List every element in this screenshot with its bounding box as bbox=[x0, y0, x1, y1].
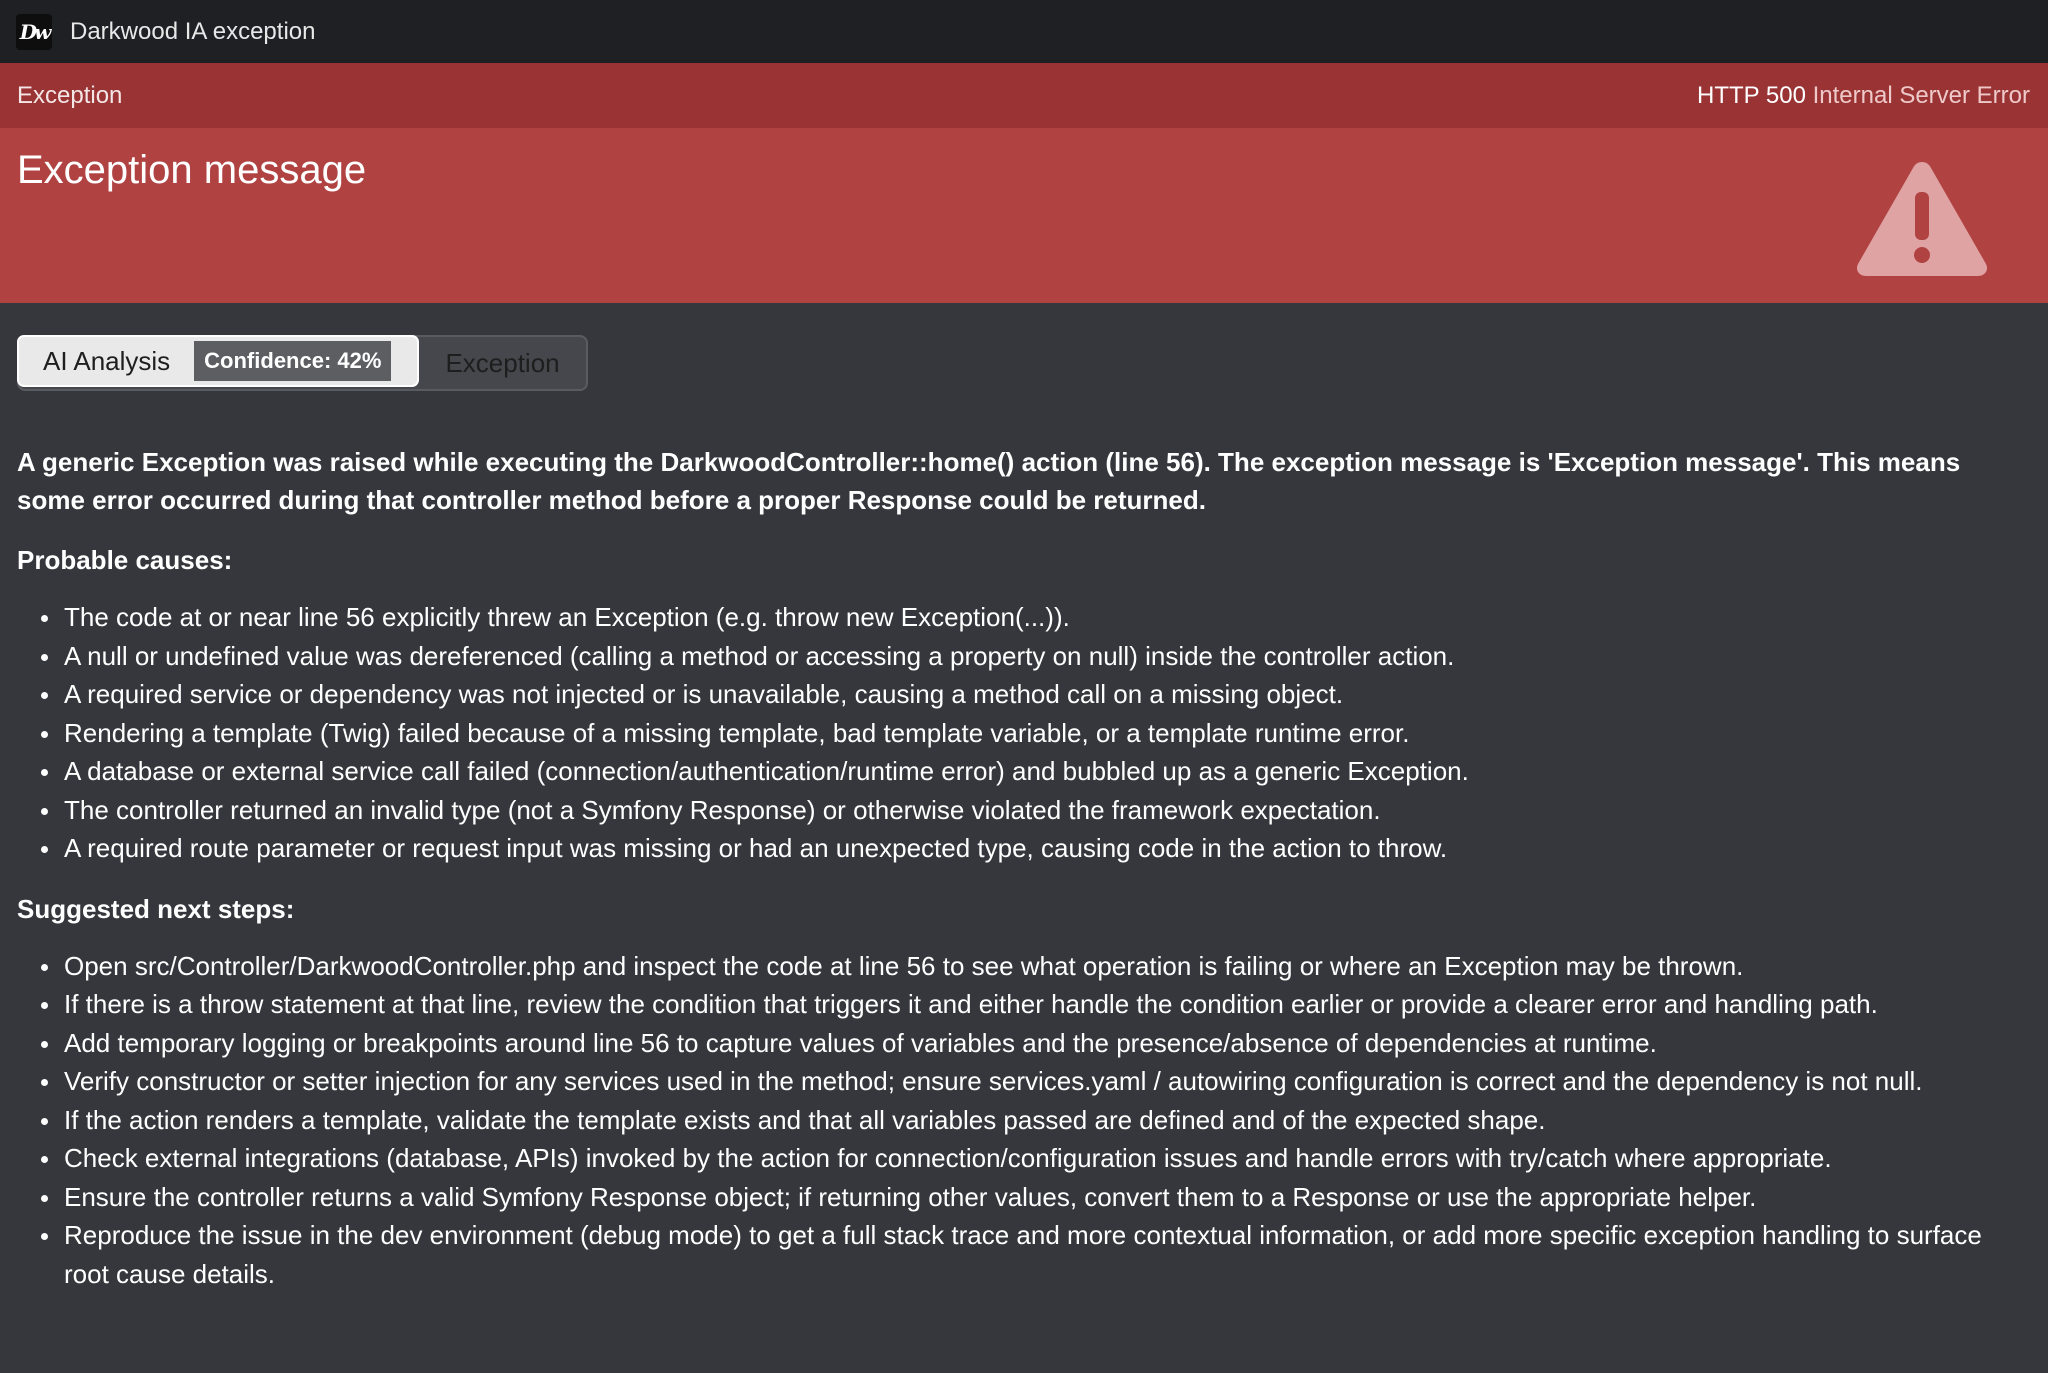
tab-ai-analysis-label: AI Analysis bbox=[43, 345, 171, 376]
http-status-text: Internal Server Error bbox=[1812, 81, 2030, 109]
cause-item: The code at or near line 56 explicitly t… bbox=[17, 598, 2031, 637]
cause-item: A null or undefined value was dereferenc… bbox=[17, 637, 2031, 676]
app-logo[interactable]: Dw bbox=[16, 13, 52, 50]
http-status: HTTP 500 Internal Server Error bbox=[1697, 82, 2030, 110]
step-item: Check external integrations (database, A… bbox=[17, 1139, 2031, 1178]
analysis-content: A generic Exception was raised while exe… bbox=[0, 391, 2048, 1293]
next-steps-list: Open src/Controller/DarkwoodController.p… bbox=[17, 947, 2031, 1294]
warning-triangle-icon bbox=[1856, 162, 1988, 276]
cause-item: A required route parameter or request in… bbox=[17, 829, 2031, 868]
tab-bar: AI Analysis Confidence: 42% Exception bbox=[17, 335, 588, 391]
causes-list: The code at or near line 56 explicitly t… bbox=[17, 598, 2031, 868]
tab-exception-label: Exception bbox=[445, 347, 560, 378]
http-status-code: HTTP 500 bbox=[1696, 81, 1806, 109]
cause-item: The controller returned an invalid type … bbox=[17, 791, 2031, 830]
confidence-badge: Confidence: 42% bbox=[194, 341, 392, 381]
causes-heading: Probable causes: bbox=[17, 545, 233, 575]
analysis-summary: A generic Exception was raised while exe… bbox=[17, 447, 1961, 515]
exception-message-panel: Exception message bbox=[0, 128, 2048, 303]
logo-text: Dw bbox=[19, 19, 52, 44]
app-title: Darkwood IA exception bbox=[70, 17, 316, 45]
step-item: Add temporary logging or breakpoints aro… bbox=[17, 1024, 2031, 1063]
tab-ai-analysis[interactable]: AI Analysis Confidence: 42% bbox=[17, 335, 420, 387]
tab-exception[interactable]: Exception bbox=[417, 337, 585, 389]
step-item: Verify constructor or setter injection f… bbox=[17, 1062, 2031, 1101]
cause-item: Rendering a template (Twig) failed becau… bbox=[17, 714, 2031, 753]
exception-message: Exception message bbox=[17, 148, 367, 192]
step-item: If there is a throw statement at that li… bbox=[17, 985, 2031, 1024]
exception-class-name: Exception bbox=[17, 81, 123, 109]
step-item: Ensure the controller returns a valid Sy… bbox=[17, 1178, 2031, 1217]
exception-header-bar: Exception HTTP 500 Internal Server Error bbox=[0, 63, 2048, 128]
step-item: Reproduce the issue in the dev environme… bbox=[17, 1216, 2031, 1293]
step-item: If the action renders a template, valida… bbox=[17, 1101, 2031, 1140]
title-bar: Dw Darkwood IA exception bbox=[0, 0, 2048, 63]
cause-item: A database or external service call fail… bbox=[17, 752, 2031, 791]
next-steps-heading: Suggested next steps: bbox=[17, 893, 295, 924]
step-item: Open src/Controller/DarkwoodController.p… bbox=[17, 947, 2031, 986]
cause-item: A required service or dependency was not… bbox=[17, 675, 2031, 714]
